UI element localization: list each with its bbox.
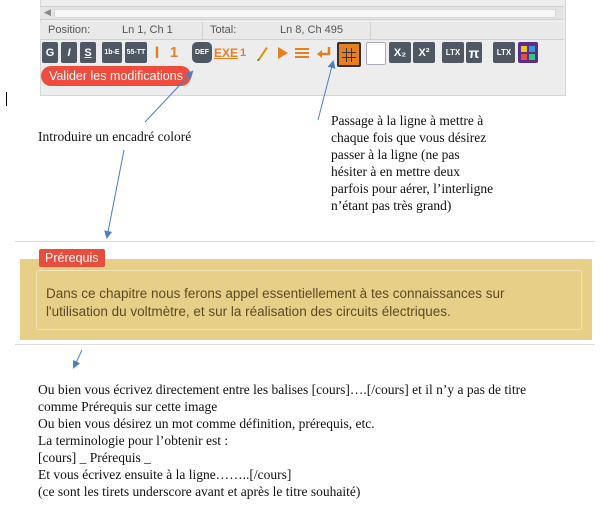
arrow-to-line-break-button [317, 60, 336, 121]
annotation-arrows [72, 60, 336, 369]
arrow-to-def-button [144, 70, 194, 123]
arrow-from-prerequis [72, 349, 83, 369]
arrow-to-prerequis-box [104, 149, 125, 239]
